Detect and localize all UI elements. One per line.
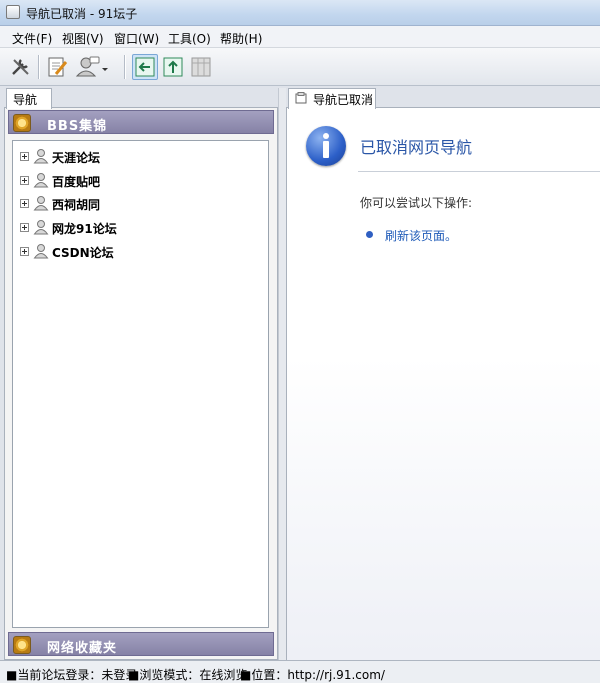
divider [358,171,600,172]
expand-icon[interactable] [20,176,29,185]
toolbar-separator [124,55,125,79]
section-bbs-header[interactable]: BBS集锦 [8,110,274,134]
user-dropdown-icon[interactable] [74,54,110,80]
menu-bar: 文件(F) 视图(V) 窗口(W) 工具(O) 帮助(H) [0,26,600,48]
app-icon [6,5,20,19]
page-heading: 已取消网页导航 [360,138,473,157]
user-icon [33,149,49,164]
refresh-link[interactable]: 刷新该页面。 [385,227,457,244]
panel-columns-icon[interactable] [188,54,214,80]
status-mode: ■浏览模式：在线浏览 [128,668,248,682]
info-icon [306,126,346,166]
suggestion-text: 你可以尝试以下操作: [360,196,473,210]
tab-label: 导航已取消 [313,93,374,107]
tree-item-label: 网龙91论坛 [52,222,117,236]
panel-left-icon[interactable] [132,54,158,80]
tree-item-label: 西祠胡同 [52,198,101,212]
page-content [287,109,600,660]
pane-splitter[interactable] [278,88,286,660]
tree-item-label: 百度贴吧 [52,175,101,189]
expand-icon[interactable] [20,223,29,232]
gear-icon [13,636,31,654]
status-login: ■当前论坛登录：未登录 [6,668,138,682]
user-icon [33,173,49,188]
page-icon [295,92,307,104]
window-title: 导航已取消 - 91坛子 [26,7,138,21]
toolbar-separator [38,55,39,79]
expand-icon[interactable] [20,199,29,208]
status-location: ■位置：http://rj.91.com/ [240,668,385,682]
tree-item-label: CSDN论坛 [52,246,114,260]
user-icon [33,244,49,259]
forum-tree [12,140,269,628]
gear-icon [13,114,31,132]
section-bookmarks-label: 网络收藏夹 [47,641,118,656]
tree-item-label: 天涯论坛 [52,151,101,165]
menu-file[interactable]: 文件(F) [12,30,52,47]
menu-tools[interactable]: 工具(O) [168,30,211,47]
section-bookmarks-header[interactable]: 网络收藏夹 [8,632,274,656]
settings-icon[interactable] [8,54,34,80]
menu-window[interactable]: 窗口(W) [114,30,159,47]
tab-navigation-cancelled[interactable]: 导航已取消 [288,88,376,109]
title-bar: 导航已取消 - 91坛子 [0,0,600,26]
menu-help[interactable]: 帮助(H) [220,30,262,47]
panel-top-icon[interactable] [160,54,186,80]
status-bar: ■当前论坛登录：未登录 ■浏览模式：在线浏览 ■位置：http://rj.91.… [0,660,600,683]
user-icon [33,220,49,235]
toolbar [0,48,600,86]
tab-navigation[interactable]: 导航 [6,88,52,109]
expand-icon[interactable] [20,152,29,161]
section-bbs-label: BBS集锦 [47,119,108,134]
edit-icon[interactable] [44,54,70,80]
bullet-icon [366,231,373,238]
menu-view[interactable]: 视图(V) [62,30,104,47]
user-icon [33,196,49,211]
expand-icon[interactable] [20,247,29,256]
